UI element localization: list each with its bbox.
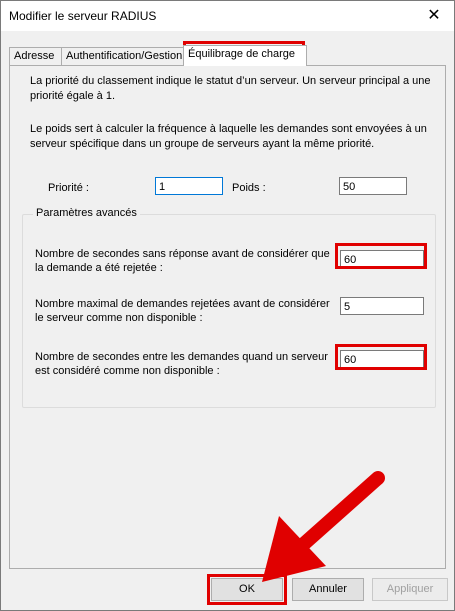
tab-equilibrage-de-charge[interactable]: Équilibrage de charge — [183, 45, 307, 66]
red-arrow-annotation — [262, 471, 385, 582]
